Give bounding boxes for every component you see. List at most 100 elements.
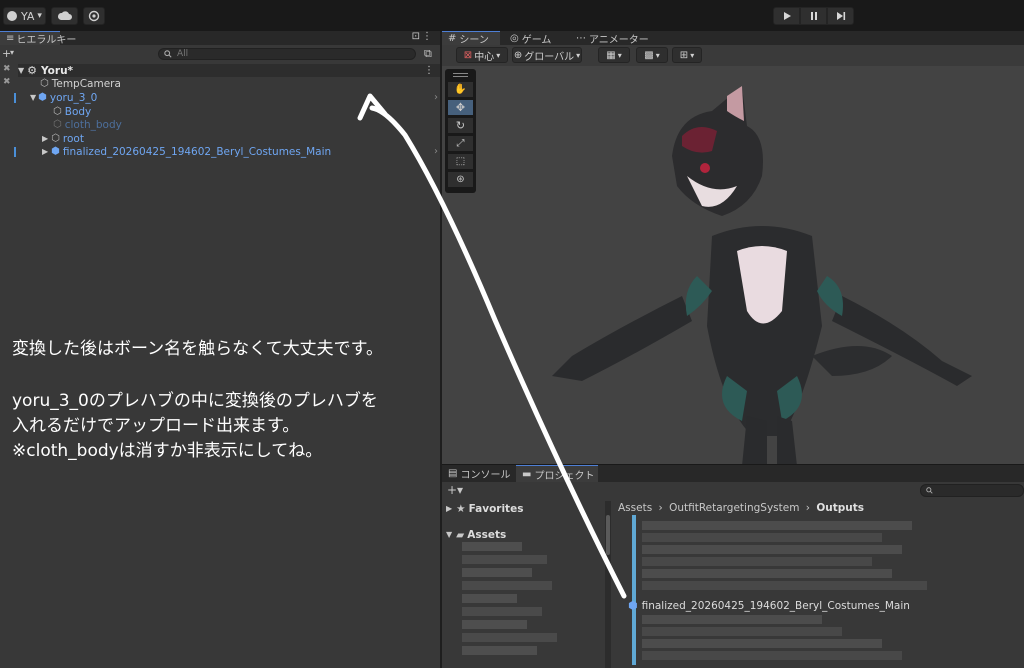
tab-hierarchy[interactable]: ≡ ヒエラルキー (0, 31, 76, 46)
obscured-item (462, 646, 537, 655)
play-button[interactable] (773, 7, 800, 25)
obscured-item (462, 607, 542, 616)
favorites-item[interactable]: ▶ ★ Favorites (446, 502, 523, 515)
obscured-file (642, 651, 902, 660)
tab-animator[interactable]: ⋯ アニメーター (570, 31, 650, 46)
obscured-file (642, 521, 912, 530)
chevron-right-icon[interactable]: › (434, 92, 438, 103)
step-button[interactable] (827, 7, 854, 25)
search-input[interactable]: All (158, 48, 416, 60)
tool-palette: ✋ ✥ ↻ ⤢ ⬚ ⊛ (445, 69, 476, 193)
tab-label: プロジェクト (534, 470, 595, 482)
play-icon (783, 12, 791, 20)
hierarchy-panel: ≡ ヒエラルキー ⊡ ⋮ + ▾ All ⧉ ✖ ✖ ▼ ⚙ Yoru* ⋮ ⬡… (0, 31, 440, 668)
hierarchy-item[interactable]: ▼ ⬢ yoru_3_0 › (30, 91, 440, 104)
transform-icon: ⊛ (456, 174, 465, 185)
breadcrumb-item[interactable]: OutfitRetargetingSystem (669, 502, 799, 514)
expand-arrow-icon[interactable]: ▶ (446, 504, 452, 513)
hierarchy-item-label: Yoru* (41, 64, 74, 77)
annotation-line: ※cloth_bodyは消すか非表示にしてね。 (12, 441, 323, 461)
tab-game[interactable]: ◎ ゲーム (504, 31, 564, 46)
pickable-toggle-icon[interactable]: ✖ (3, 77, 11, 87)
file-label: finalized_20260425_194602_Beryl_Costumes… (641, 599, 910, 612)
expand-arrow-icon[interactable]: ▶ (42, 134, 48, 143)
expand-arrow-icon[interactable]: ▶ (42, 147, 48, 156)
chevron-right-icon: › (658, 502, 663, 514)
hierarchy-item[interactable]: ⬡ TempCamera (40, 77, 121, 90)
hierarchy-item[interactable]: ⬡ Body (53, 105, 91, 118)
chevron-down-icon[interactable]: ▾ (10, 48, 14, 57)
tree-scrollbar[interactable] (605, 501, 611, 668)
visibility-toggle-icon[interactable]: ✖ (3, 64, 11, 74)
breadcrumb-item[interactable]: Assets (618, 502, 652, 514)
chevron-down-icon: ▾ (37, 11, 42, 21)
lock-icon[interactable]: ⊡ (412, 31, 420, 42)
assets-item[interactable]: ▼ ▰ Assets (446, 528, 506, 541)
project-file-item[interactable]: ⬢ finalized_20260425_194602_Beryl_Costum… (628, 599, 910, 612)
account-dropdown[interactable]: YA ▾ (3, 7, 46, 25)
tab-scene[interactable]: # シーン (442, 31, 500, 46)
hierarchy-item[interactable]: ⬡ cloth_body (53, 118, 122, 131)
tab-label: ゲーム (521, 34, 552, 46)
hierarchy-item-label: Body (64, 105, 92, 118)
grid-snap-button[interactable]: ▦ ▾ (598, 47, 630, 63)
chevron-right-icon[interactable]: › (434, 146, 438, 157)
expand-arrow-icon[interactable]: ▼ (30, 93, 36, 102)
avatar-model[interactable] (512, 76, 1012, 464)
tab-label: シーン (459, 35, 489, 46)
pause-button[interactable] (800, 7, 827, 25)
obscured-item (462, 620, 527, 629)
hierarchy-scene-row[interactable]: ▼ ⚙ Yoru* ⋮ (18, 64, 440, 77)
folder-icon: ▰ (456, 528, 465, 541)
obscured-item (462, 568, 532, 577)
increment-snap-button[interactable]: ▩ ▾ (636, 47, 668, 63)
ruler-icon: ⊞ (679, 49, 689, 61)
expand-arrow-icon[interactable]: ▼ (18, 66, 24, 75)
obscured-item (462, 555, 547, 564)
main-toolbar: YA ▾ (0, 0, 1024, 32)
prefab-icon: ⬢ (628, 599, 638, 612)
hierarchy-item[interactable]: ▶ ⬢ finalized_20260425_194602_Beryl_Cost… (42, 145, 440, 158)
hierarchy-item[interactable]: ▶ ⬡ root (42, 132, 84, 145)
ruler-button[interactable]: ⊞ ▾ (672, 47, 702, 63)
obscured-file (642, 533, 882, 542)
scale-tool[interactable]: ⤢ (448, 136, 473, 151)
transform-tool[interactable]: ⊛ (448, 172, 473, 187)
obscured-file (642, 627, 842, 636)
tab-project[interactable]: ▬ プロジェクト (516, 465, 598, 482)
expand-arrow-icon[interactable]: ▼ (446, 530, 452, 539)
move-tool[interactable]: ✥ (448, 100, 473, 115)
add-button[interactable]: +▾ (447, 483, 463, 497)
project-tabbar: ▤ コンソール ▬ プロジェクト (442, 465, 1024, 482)
tab-console[interactable]: ▤ コンソール (442, 465, 514, 482)
services-button[interactable] (83, 7, 105, 25)
scrollbar-thumb[interactable] (606, 515, 610, 555)
rotate-tool[interactable]: ↻ (448, 118, 473, 133)
obscured-item (462, 542, 522, 551)
pivot-label: 中心 (474, 51, 495, 63)
kebab-menu-icon[interactable]: ⋮ (424, 65, 434, 76)
kebab-menu-icon[interactable]: ⋮ (422, 31, 432, 42)
annotation-line: yoru_3_0のプレハブの中に変換後のプレハブを (12, 391, 378, 411)
scene-visibility-icon[interactable]: ⧉ (424, 47, 432, 61)
project-search-input[interactable] (920, 484, 1024, 497)
palette-handle[interactable] (453, 73, 468, 74)
pivot-dropdown[interactable]: ⊠ 中心 ▾ (456, 47, 508, 63)
chevron-down-icon: ▾ (617, 50, 622, 60)
space-dropdown[interactable]: ⊕ グローバル ▾ (512, 47, 582, 63)
cloud-button[interactable] (51, 7, 78, 25)
hand-tool[interactable]: ✋ (448, 82, 473, 97)
annotation-line: 変換した後はボーン名を触らなくて大丈夫です。 (12, 339, 383, 359)
breadcrumb-item[interactable]: Outputs (816, 502, 864, 514)
chevron-down-icon: ▾ (576, 50, 581, 60)
account-label: YA (21, 9, 35, 23)
obscured-file (642, 581, 927, 590)
rect-tool[interactable]: ⬚ (448, 154, 473, 169)
obscured-file (642, 569, 892, 578)
console-icon: ▤ (448, 468, 458, 479)
step-icon (836, 12, 845, 20)
panel-divider[interactable] (440, 31, 442, 668)
rect-icon: ⬚ (455, 156, 466, 167)
globe-icon: ⊕ (513, 49, 523, 61)
tab-hierarchy-label: ヒエラルキー (16, 35, 77, 46)
